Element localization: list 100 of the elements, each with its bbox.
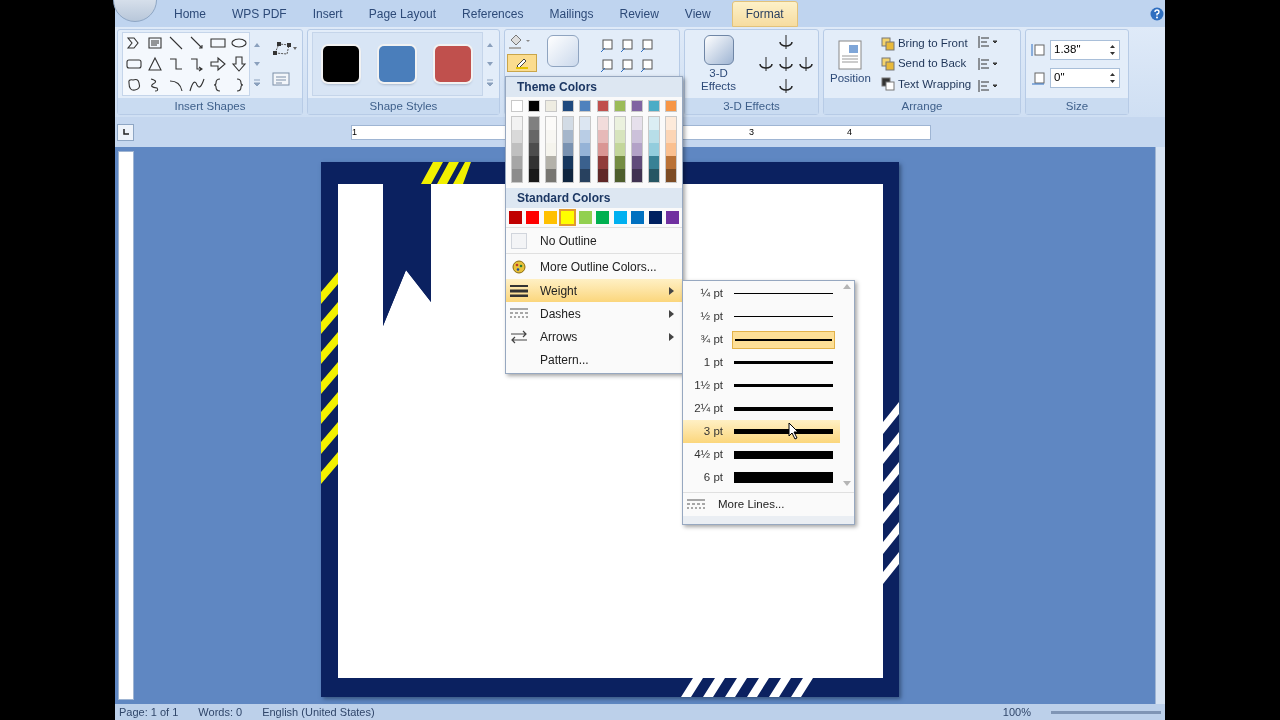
ribbon-tab[interactable]: Page Layout	[355, 1, 450, 27]
ribbon-tab[interactable]: Mailings	[536, 1, 607, 27]
shape-icon[interactable]	[167, 77, 185, 93]
align-icon[interactable]	[977, 78, 1000, 94]
shade-column[interactable]	[528, 116, 541, 183]
size-field[interactable]: 0"	[1050, 68, 1120, 88]
color-swatch[interactable]	[596, 211, 610, 224]
shape-icon[interactable]	[188, 35, 206, 51]
position-button[interactable]: Position	[828, 40, 873, 88]
resize-grip[interactable]	[683, 516, 854, 524]
shape-icon[interactable]	[167, 35, 185, 51]
style-swatch[interactable]	[379, 46, 415, 82]
shape-icon[interactable]	[230, 35, 248, 51]
ribbon-tab[interactable]: Insert	[299, 1, 356, 27]
weight-option[interactable]: 6 pt	[683, 466, 840, 489]
weight-option[interactable]: 2¼ pt	[683, 397, 840, 420]
ribbon-tab[interactable]: Review	[606, 1, 672, 27]
color-swatch[interactable]	[579, 100, 592, 112]
zoom-level: 100%	[1002, 705, 1031, 719]
menu-item[interactable]: No Outline	[506, 227, 682, 253]
group-label: Arrange	[824, 98, 1020, 114]
color-swatch[interactable]	[647, 100, 660, 112]
align-icon[interactable]	[977, 56, 1000, 72]
shade-column[interactable]	[579, 116, 592, 183]
effects-3d-button[interactable]: 3-D Effects	[689, 35, 749, 93]
color-swatch[interactable]	[613, 100, 626, 112]
arrange-button[interactable]: Send to Back	[880, 55, 972, 73]
outline-button[interactable]	[507, 54, 537, 72]
menu-label: Dashes	[540, 305, 582, 323]
ribbon-tab[interactable]: Home	[161, 1, 219, 27]
weight-option[interactable]: 1½ pt	[683, 374, 840, 397]
color-swatch[interactable]	[545, 100, 558, 112]
weight-option[interactable]: 1 pt	[683, 351, 840, 374]
help-icon[interactable]	[1150, 7, 1164, 21]
shape-icon[interactable]	[230, 56, 248, 72]
menu-label: More Outline Colors...	[540, 258, 658, 276]
style-swatch[interactable]	[323, 46, 359, 82]
shape-icon[interactable]	[209, 56, 227, 72]
shadow-button-icon[interactable]	[547, 35, 579, 67]
color-swatch[interactable]	[526, 211, 540, 224]
shape-icon[interactable]	[125, 56, 143, 72]
arrange-button[interactable]: Text Wrapping	[880, 75, 972, 93]
color-swatch[interactable]	[648, 211, 662, 224]
size-field[interactable]: 1.38"	[1050, 40, 1120, 60]
menu-item[interactable]: Pattern...	[506, 348, 682, 371]
style-swatch[interactable]	[435, 46, 471, 82]
group-label: 3-D Effects	[685, 98, 818, 114]
arrange-button[interactable]: Bring to Front	[880, 35, 972, 53]
weight-label: 2¼ pt	[693, 400, 723, 416]
tab-stop-icon	[121, 128, 130, 136]
color-swatch[interactable]	[665, 100, 677, 112]
vertical-scrollbar[interactable]	[1155, 147, 1165, 704]
color-swatch[interactable]	[665, 211, 679, 224]
width-icon	[1030, 70, 1046, 86]
ribbon-tab[interactable]: Format	[731, 1, 798, 27]
color-swatch[interactable]	[631, 211, 645, 224]
shade-column[interactable]	[562, 116, 575, 183]
wrap-icon	[880, 77, 895, 92]
color-swatch[interactable]	[528, 100, 541, 112]
menu-item[interactable]: Weight	[506, 279, 682, 302]
dash-lines-icon	[687, 498, 705, 511]
menu-label: Weight	[540, 282, 579, 300]
shade-column[interactable]	[613, 116, 626, 183]
menu-item[interactable]: Dashes	[506, 302, 682, 325]
shape-icon[interactable]	[125, 77, 143, 93]
color-swatch[interactable]	[509, 211, 522, 224]
color-swatch[interactable]	[578, 211, 592, 224]
section-header: Theme Colors	[506, 77, 682, 97]
menu-item[interactable]: Arrows	[506, 325, 682, 348]
fill-bucket-icon[interactable]	[507, 32, 533, 50]
weight-option[interactable]: ¼ pt	[683, 282, 840, 305]
color-swatch[interactable]	[596, 100, 609, 112]
ruler-number: 3	[749, 125, 754, 139]
align-icon[interactable]	[977, 34, 1000, 50]
dash-lines-icon	[510, 307, 528, 320]
page-count: Page: 1 of 1	[119, 705, 179, 719]
arrows-icon	[510, 329, 528, 344]
tab-selector[interactable]	[117, 123, 134, 141]
color-swatch[interactable]	[613, 211, 627, 224]
ruler-number: 1	[352, 125, 357, 139]
shade-column[interactable]	[647, 116, 660, 183]
shape-icon[interactable]	[146, 56, 164, 72]
weight-option[interactable]: 4½ pt	[683, 443, 840, 466]
color-swatch[interactable]	[511, 100, 523, 112]
shade-column[interactable]	[630, 116, 643, 183]
ribbon-tab[interactable]: View	[671, 1, 724, 27]
ribbon-tab[interactable]: References	[449, 1, 537, 27]
weight-option[interactable]: 3 pt	[683, 420, 840, 443]
edit-points-icon[interactable]	[272, 41, 298, 57]
shape-icon[interactable]	[188, 77, 206, 93]
color-swatch[interactable]	[561, 211, 575, 224]
group-label: Shape Styles	[308, 98, 499, 114]
ribbon-tab[interactable]: WPS PDF	[219, 1, 300, 27]
color-swatch[interactable]	[543, 211, 557, 224]
shade-column[interactable]	[665, 116, 677, 183]
weight-label: ¼ pt	[699, 285, 723, 301]
weight-option[interactable]: ½ pt	[683, 305, 840, 328]
color-swatch[interactable]	[630, 100, 643, 112]
color-swatch[interactable]	[562, 100, 575, 112]
shade-column[interactable]	[596, 116, 609, 183]
